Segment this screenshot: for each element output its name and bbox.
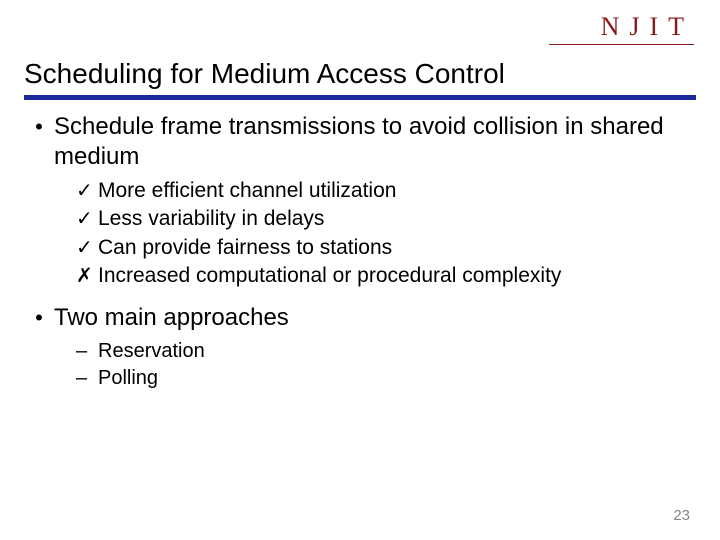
bullet-text: Two main approaches xyxy=(54,303,289,333)
dash-text: Reservation xyxy=(98,339,205,364)
dash-text: Polling xyxy=(98,366,158,391)
sub-list: ✓ More efficient channel utilization ✓ L… xyxy=(76,178,696,289)
sub-item: ✗ Increased computational or procedural … xyxy=(76,263,696,289)
bullet-dot-icon: • xyxy=(24,303,54,333)
page-number: 23 xyxy=(673,507,690,524)
check-icon: ✓ xyxy=(76,235,98,261)
check-icon: ✓ xyxy=(76,206,98,232)
title-underline xyxy=(24,95,696,100)
check-icon: ✓ xyxy=(76,178,98,204)
logo-text: NJIT xyxy=(601,12,694,42)
dash-item: – Polling xyxy=(76,366,696,391)
cross-icon: ✗ xyxy=(76,263,98,289)
sub-text: Increased computational or procedural co… xyxy=(98,263,561,289)
bullet-dot-icon: • xyxy=(24,112,54,142)
bullet-item: • Two main approaches xyxy=(24,303,696,333)
dash-icon: – xyxy=(76,339,98,363)
sub-text: Less variability in delays xyxy=(98,206,324,232)
slide-title: Scheduling for Medium Access Control xyxy=(24,58,505,90)
sub-text: More efficient channel utilization xyxy=(98,178,396,204)
bullet-item: • Schedule frame transmissions to avoid … xyxy=(24,112,696,172)
dash-item: – Reservation xyxy=(76,339,696,364)
sub-item: ✓ More efficient channel utilization xyxy=(76,178,696,204)
sub-text: Can provide fairness to stations xyxy=(98,235,392,261)
dash-icon: – xyxy=(76,366,98,390)
sub-item: ✓ Less variability in delays xyxy=(76,206,696,232)
slide-content: • Schedule frame transmissions to avoid … xyxy=(24,112,696,393)
sub-item: ✓ Can provide fairness to stations xyxy=(76,235,696,261)
bullet-text: Schedule frame transmissions to avoid co… xyxy=(54,112,696,172)
dash-list: – Reservation – Polling xyxy=(76,339,696,391)
logo-underline xyxy=(549,44,694,45)
